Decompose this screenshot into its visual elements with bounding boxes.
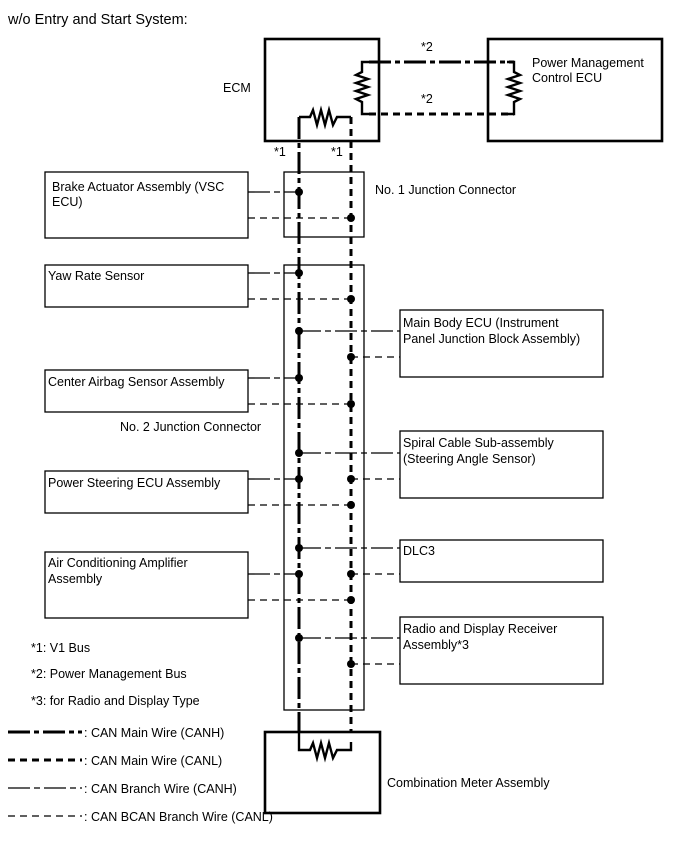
junction-dot [295,634,303,642]
note-power-management-bus: *2: Power Management Bus [31,667,187,681]
ecm-label: ECM [223,81,251,95]
junction-dot [295,188,303,196]
junction-dot [295,449,303,457]
junction-dot [295,269,303,277]
can-bus-wiring-diagram: w/o Entry and Start System: ECM Power Ma… [7,12,664,824]
legend-main-canl-label: : CAN Main Wire (CANL) [84,754,222,768]
v1-bus-mark-left: *1 [274,145,286,159]
junction-dot [295,544,303,552]
combination-meter-label: Combination Meter Assembly [387,776,550,790]
brake-actuator-label-1: Brake Actuator Assembly (VSC [52,180,224,194]
junction-dot [295,327,303,335]
air-conditioning-amplifier-label-1: Air Conditioning Amplifier [48,556,188,570]
diagram-title: w/o Entry and Start System: [7,12,188,28]
junction-dot [347,214,355,222]
legend-branch-canl-label: : CAN BCAN Branch Wire (CANL) [84,810,273,824]
junction-dot [347,596,355,604]
center-airbag-sensor-label: Center Airbag Sensor Assembly [48,375,225,389]
junction-dot [295,475,303,483]
junction-dot [347,475,355,483]
pm-bus-mark-top: *2 [421,40,433,54]
radio-display-receiver-label-1: Radio and Display Receiver [403,622,557,636]
main-body-ecu-label-2: Panel Junction Block Assembly) [403,332,580,346]
pmc-ecu-label-2: Control ECU [532,71,602,85]
junction-dot [295,570,303,578]
junction-dot [347,660,355,668]
junction-dot [295,374,303,382]
radio-display-receiver-label-2: Assembly*3 [403,638,469,652]
legend: : CAN Main Wire (CANH) : CAN Main Wire (… [8,726,273,824]
junction-dot [347,501,355,509]
yaw-rate-sensor-label: Yaw Rate Sensor [48,269,144,283]
brake-actuator-label-2: ECU) [52,195,83,209]
junction-connector-1-label: No. 1 Junction Connector [375,183,516,197]
junction-dot [347,353,355,361]
pmc-ecu-label-1: Power Management [532,56,644,70]
junction-dot [347,295,355,303]
legend-main-canh-label: : CAN Main Wire (CANH) [84,726,224,740]
spiral-cable-label-1: Spiral Cable Sub-assembly [403,436,555,450]
power-steering-ecu-label: Power Steering ECU Assembly [48,476,221,490]
main-body-ecu-label-1: Main Body ECU (Instrument [403,316,559,330]
note-radio-display-type: *3: for Radio and Display Type [31,694,200,708]
v1-bus-mark-right: *1 [331,145,343,159]
spiral-cable-label-2: (Steering Angle Sensor) [403,452,536,466]
junction-connector-2-label: No. 2 Junction Connector [120,420,261,434]
note-v1-bus: *1: V1 Bus [31,641,90,655]
dlc3-label: DLC3 [403,544,435,558]
pm-bus-mark-bottom: *2 [421,92,433,106]
junction-dot [347,570,355,578]
legend-branch-canh-label: : CAN Branch Wire (CANH) [84,782,237,796]
air-conditioning-amplifier-label-2: Assembly [48,572,103,586]
junction-dot [347,400,355,408]
